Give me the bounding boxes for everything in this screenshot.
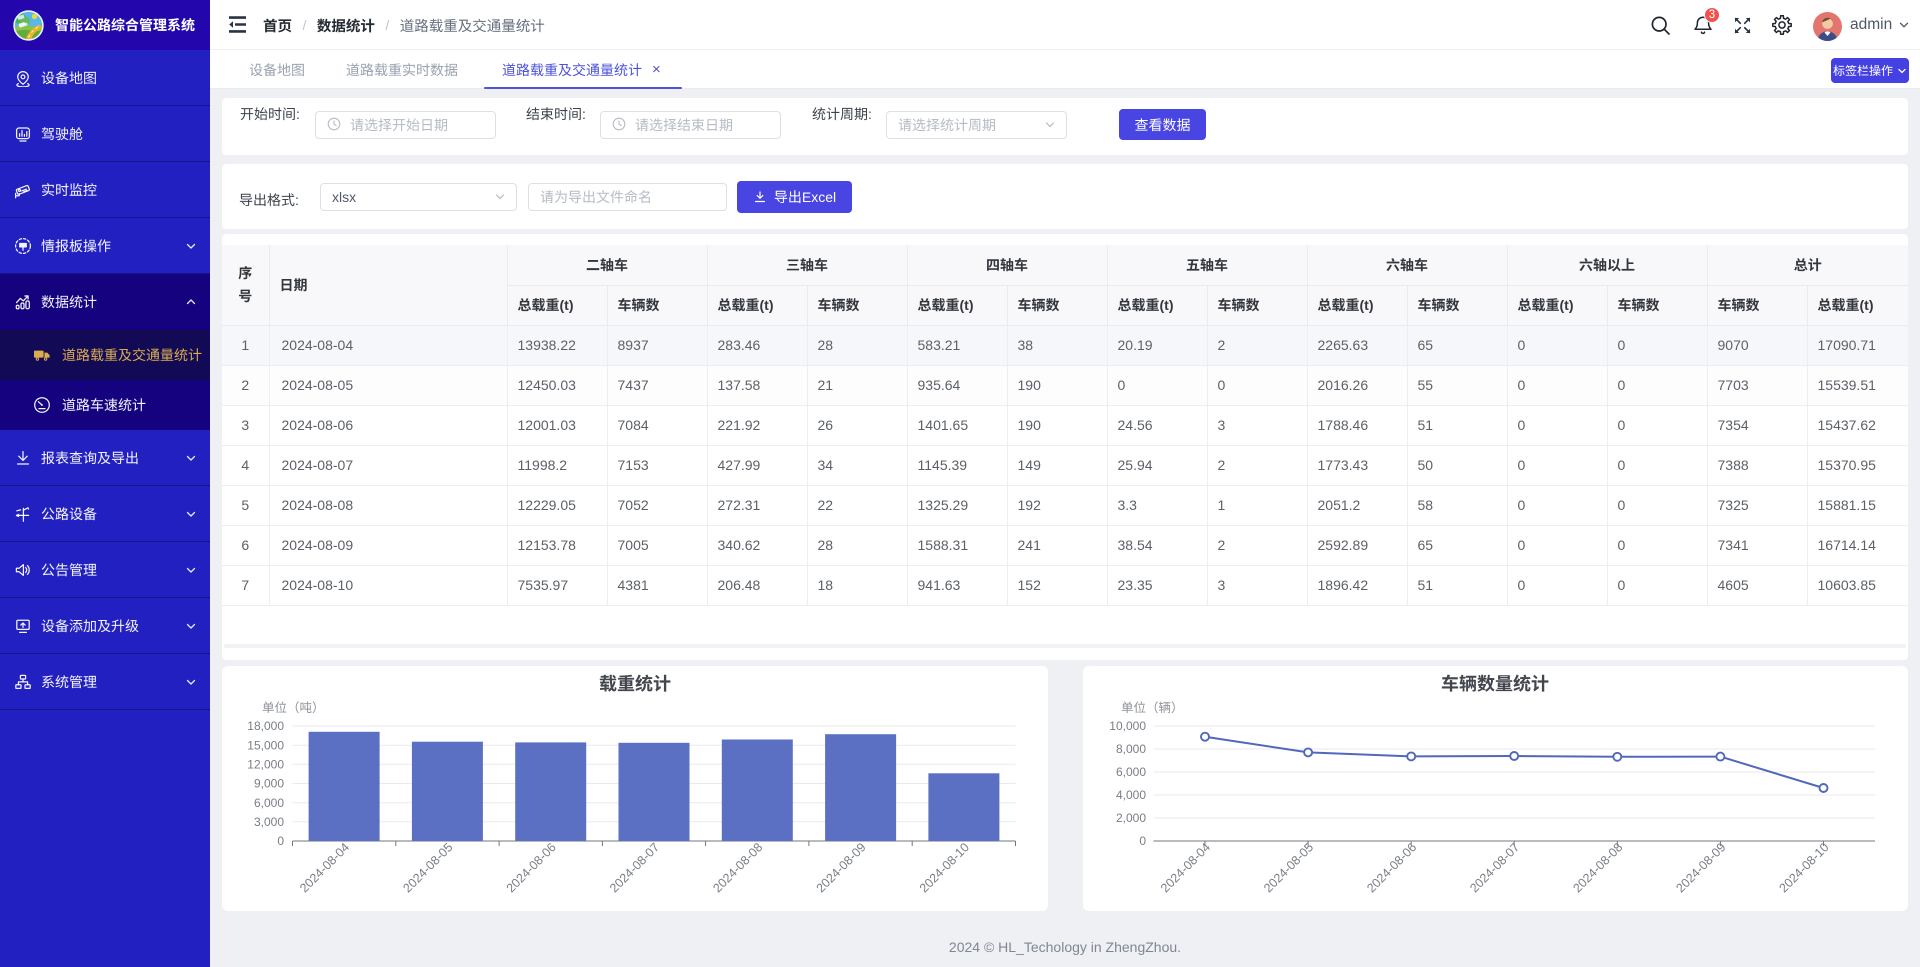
svg-text:2024-08-04: 2024-08-04	[297, 840, 352, 895]
svg-text:2024-08-10: 2024-08-10	[1777, 840, 1832, 895]
svg-text:12,000: 12,000	[247, 758, 284, 772]
svg-text:2024-08-06: 2024-08-06	[504, 840, 559, 895]
svg-text:载重统计: 载重统计	[599, 674, 671, 694]
svg-text:15,000: 15,000	[247, 738, 284, 752]
svg-text:2024-08-08: 2024-08-08	[1570, 840, 1625, 895]
svg-text:4,000: 4,000	[1116, 788, 1146, 802]
svg-text:9,000: 9,000	[254, 777, 284, 791]
svg-text:2024-08-06: 2024-08-06	[1364, 840, 1419, 895]
svg-text:2024-08-07: 2024-08-07	[607, 840, 662, 895]
svg-text:2024-08-04: 2024-08-04	[1158, 840, 1213, 895]
svg-text:6,000: 6,000	[254, 796, 284, 810]
svg-text:3,000: 3,000	[254, 815, 284, 829]
svg-text:2024-08-05: 2024-08-05	[1261, 840, 1316, 895]
svg-text:2024-08-09: 2024-08-09	[814, 840, 869, 895]
svg-text:18,000: 18,000	[247, 719, 284, 733]
svg-text:2,000: 2,000	[1116, 811, 1146, 825]
svg-text:单位（吨）: 单位（吨）	[262, 701, 325, 715]
svg-text:2024-08-10: 2024-08-10	[917, 840, 972, 895]
svg-text:单位（辆）: 单位（辆）	[1121, 701, 1184, 715]
svg-text:6,000: 6,000	[1116, 765, 1146, 779]
svg-text:2024-08-09: 2024-08-09	[1673, 840, 1728, 895]
svg-text:10,000: 10,000	[1109, 719, 1146, 733]
svg-text:2024-08-07: 2024-08-07	[1467, 840, 1522, 895]
svg-text:0: 0	[1139, 834, 1146, 848]
svg-text:8,000: 8,000	[1116, 742, 1146, 756]
svg-text:车辆数量统计: 车辆数量统计	[1441, 674, 1549, 694]
svg-text:2024-08-08: 2024-08-08	[710, 840, 765, 895]
svg-text:0: 0	[277, 834, 284, 848]
svg-text:2024-08-05: 2024-08-05	[400, 840, 455, 895]
